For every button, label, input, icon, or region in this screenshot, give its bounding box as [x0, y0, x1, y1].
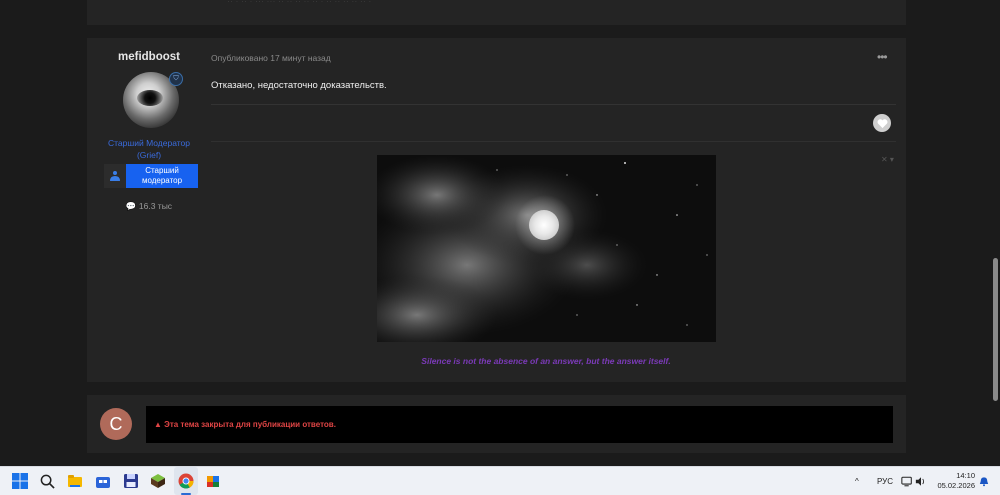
post: mefidboost ⛉ Старший Модератор (Grief) С…	[87, 38, 906, 382]
post-text: Отказано, недостаточно доказательств.	[211, 80, 387, 91]
rank-text: Старший модератор	[126, 166, 198, 186]
save-icon[interactable]	[122, 472, 140, 490]
paint-icon[interactable]	[204, 472, 222, 490]
previous-post-text: ·· · ·· · ··· ··· ·· ·· ·· ·· ·· · ·· ··…	[227, 0, 372, 6]
heart-icon	[877, 118, 887, 128]
divider	[211, 141, 896, 142]
signature-image	[377, 155, 716, 342]
rank-line-2: модератор	[141, 176, 183, 185]
warning-icon: ▲	[154, 420, 162, 429]
store-icon[interactable]	[94, 472, 112, 490]
posts-count-value: 16.3 тыс	[138, 201, 173, 211]
scrollbar-thumb[interactable]	[993, 258, 998, 401]
closed-message: ▲ Эта тема закрыта для публикации ответо…	[154, 420, 336, 429]
clock-date: 05.02.2026	[937, 481, 975, 490]
user-avatar[interactable]: C	[100, 408, 132, 440]
author-role: Старший Модератор (Grief)	[87, 137, 211, 161]
post-meta[interactable]: Опубликовано 17 минут назад	[211, 53, 331, 63]
taskbar: ^ РУС 14:10 05.02.2026	[0, 466, 1000, 495]
rank-line-1: Старший	[145, 166, 179, 175]
language-indicator[interactable]: РУС	[877, 467, 893, 495]
topic-closed-bar: C ▲ Эта тема закрыта для публикации отве…	[87, 395, 906, 453]
posts-count: 💬 16.3 тыс	[87, 201, 211, 212]
rank-badge: Старший модератор	[104, 164, 198, 188]
signature-close-icon[interactable]: ✕ ▾	[881, 155, 894, 164]
tray-chevron-up-icon[interactable]: ^	[855, 467, 859, 495]
file-explorer-icon[interactable]	[66, 472, 84, 490]
author-name[interactable]: mefidboost	[87, 51, 211, 63]
comment-icon: 💬	[125, 201, 137, 211]
rank-icon	[104, 164, 126, 188]
volume-icon[interactable]	[915, 467, 927, 495]
signature-text: Silence is not the absence of an answer,…	[421, 356, 671, 366]
previous-post: ·· · ·· · ··· ··· ·· ·· ·· ·· ·· · ·· ··…	[87, 0, 906, 25]
clock[interactable]: 14:10 05.02.2026	[937, 471, 975, 491]
role-line-2: (Grief)	[136, 150, 162, 160]
chrome-icon[interactable]	[177, 472, 195, 490]
notification-icon[interactable]	[979, 467, 989, 495]
more-options-icon[interactable]: •••	[877, 50, 888, 64]
badge-icon: ⛉	[169, 72, 183, 86]
closed-message-text: Эта тема закрыта для публикации ответов.	[164, 420, 336, 429]
divider	[211, 104, 896, 105]
clock-time: 14:10	[956, 471, 975, 480]
closed-message-box: ▲ Эта тема закрыта для публикации ответо…	[146, 406, 893, 443]
author-panel: mefidboost ⛉ Старший Модератор (Grief) С…	[87, 38, 211, 382]
like-button[interactable]	[873, 114, 891, 132]
network-icon[interactable]	[901, 467, 913, 495]
cube-icon[interactable]	[149, 472, 167, 490]
role-line-1: Старший Модератор	[108, 138, 190, 148]
windows-start-icon[interactable]	[11, 472, 29, 490]
search-icon[interactable]	[38, 472, 56, 490]
